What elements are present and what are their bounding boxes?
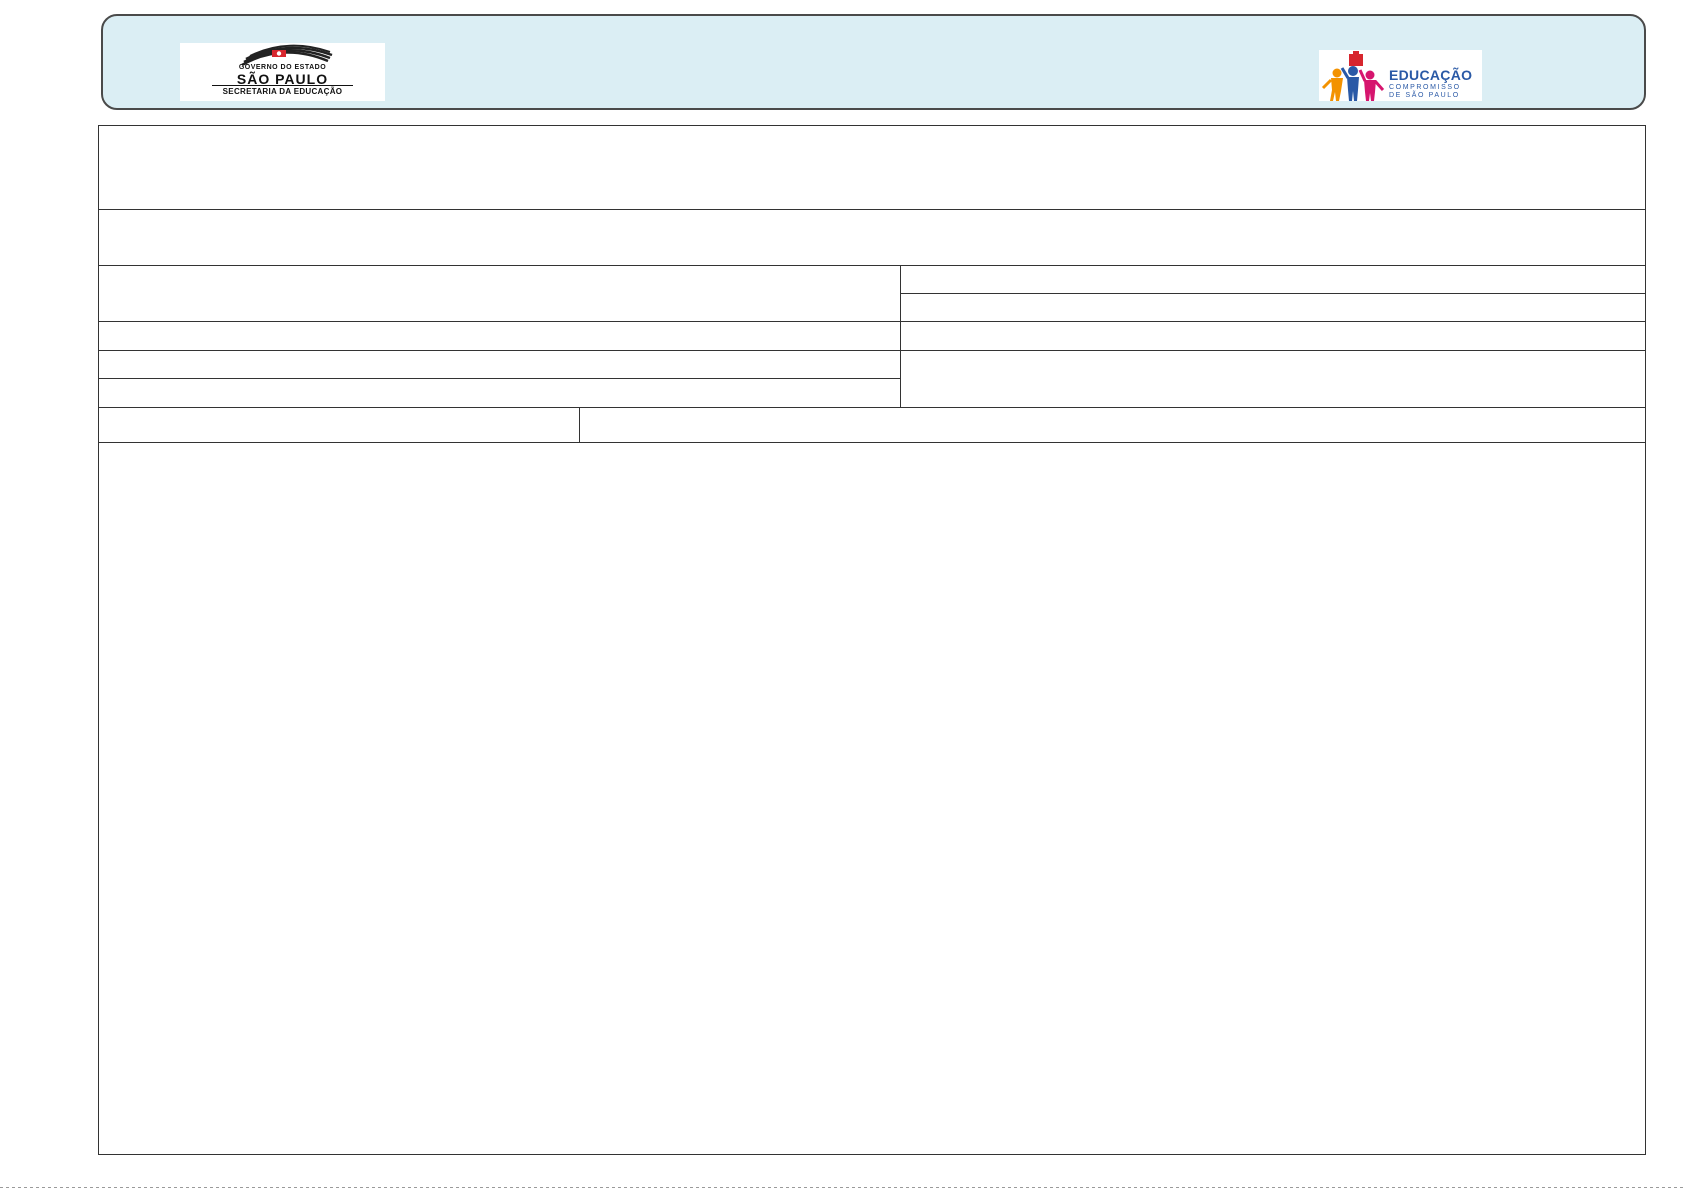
form-divider — [99, 321, 1645, 322]
logo-edu-line2: COMPROMISSO — [1389, 84, 1461, 91]
form-field-cell — [107, 271, 892, 316]
education-people-icon — [1321, 51, 1385, 101]
form-field-cell — [907, 327, 1637, 345]
form-field-cell — [107, 413, 572, 437]
form-table — [98, 125, 1646, 1155]
logo-sp-line3: SECRETARIA DA EDUCAÇÃO — [222, 87, 343, 96]
form-divider — [579, 407, 580, 442]
logo-sp-line1: GOVERNO DO ESTADO — [238, 64, 327, 71]
form-field-cell — [107, 384, 892, 402]
form-title-cell — [107, 134, 1637, 204]
form-divider — [99, 442, 1645, 443]
form-divider — [99, 209, 1645, 210]
logo-sp-divider — [212, 85, 353, 86]
form-field-cell — [907, 356, 1637, 401]
form-divider — [900, 265, 901, 407]
logo-edu-line3: DE SÃO PAULO — [1389, 92, 1460, 99]
form-field-cell — [907, 299, 1637, 317]
form-subtitle-cell — [107, 216, 1637, 261]
form-field-cell — [107, 356, 892, 374]
form-field-cell — [587, 413, 1637, 437]
form-divider — [99, 378, 900, 379]
governo-sao-paulo-logo: GOVERNO DO ESTADO SÃO PAULO SECRETARIA D… — [180, 43, 385, 101]
logo-edu-line1: EDUCAÇÃO — [1389, 67, 1473, 83]
form-divider — [99, 350, 1645, 351]
form-body-cell — [107, 450, 1637, 1150]
form-divider — [99, 407, 1645, 408]
bottom-dashed-rule — [0, 1187, 1685, 1188]
form-divider — [900, 293, 1645, 294]
educacao-compromisso-logo: EDUCAÇÃO COMPROMISSO DE SÃO PAULO — [1319, 50, 1482, 101]
form-field-cell — [107, 327, 892, 345]
form-divider — [99, 265, 1645, 266]
form-field-cell — [907, 271, 1637, 289]
header-band: GOVERNO DO ESTADO SÃO PAULO SECRETARIA D… — [101, 14, 1646, 110]
